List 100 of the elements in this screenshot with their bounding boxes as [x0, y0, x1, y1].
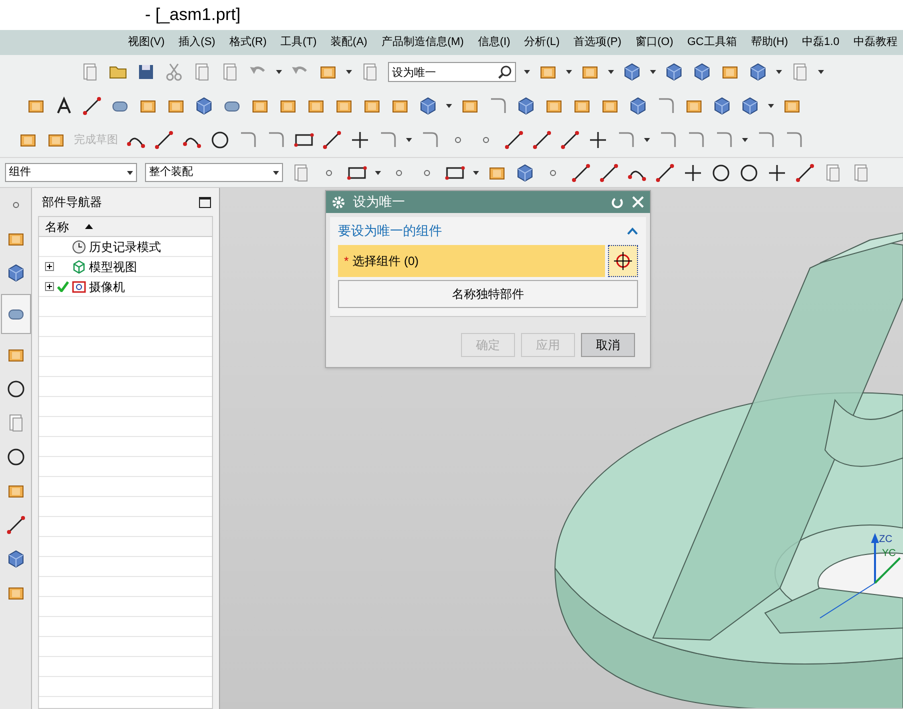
cube-icon[interactable]: [692, 62, 712, 82]
letter-icon[interactable]: [54, 96, 74, 116]
menu-item[interactable]: 中磊1.0: [802, 34, 840, 51]
dropdown-caret-icon[interactable]: [818, 70, 824, 74]
line-icon[interactable]: [532, 130, 552, 150]
cube-icon[interactable]: [712, 96, 732, 116]
dropdown-caret-icon[interactable]: [776, 70, 782, 74]
dropdown-caret-icon[interactable]: [566, 70, 572, 74]
coordinate-axes-icon: [820, 533, 901, 618]
dropdown-caret-icon[interactable]: [406, 138, 412, 142]
line-icon[interactable]: [795, 162, 815, 182]
gear-icon[interactable]: [332, 196, 345, 208]
corner-icon[interactable]: [658, 130, 678, 150]
menu-item[interactable]: 产品制造信息(M): [381, 34, 464, 51]
corner-icon[interactable]: [616, 130, 636, 150]
menu-item[interactable]: 工具(T): [280, 34, 317, 51]
maximize-icon[interactable]: [199, 196, 211, 208]
line-icon[interactable]: [322, 130, 342, 150]
circle-icon[interactable]: [210, 130, 230, 150]
dropdown-caret-icon[interactable]: [650, 70, 656, 74]
dropdown-caret-icon[interactable]: [375, 170, 381, 174]
corner-icon[interactable]: [378, 130, 398, 150]
menu-item[interactable]: GC工具箱: [687, 34, 737, 51]
dropdown-caret-icon[interactable]: [644, 138, 650, 142]
cube-icon[interactable]: [6, 263, 26, 283]
cube-icon[interactable]: [628, 96, 648, 116]
cube-icon[interactable]: [418, 96, 438, 116]
circle-icon[interactable]: [711, 162, 731, 182]
corner-icon[interactable]: [488, 96, 508, 116]
dropdown-caret-icon[interactable]: [768, 104, 774, 108]
corner-icon[interactable]: [238, 130, 258, 150]
caret-icon[interactable]: [627, 227, 638, 235]
cube-icon[interactable]: [516, 96, 536, 116]
reset-icon[interactable]: [611, 196, 624, 208]
menu-item[interactable]: 信息(I): [478, 34, 510, 51]
dropdown-caret-icon[interactable]: [524, 70, 530, 74]
cube-icon[interactable]: [664, 62, 684, 82]
corner-icon[interactable]: [714, 130, 734, 150]
menu-item[interactable]: 视图(V): [128, 34, 165, 51]
corner-icon[interactable]: [656, 96, 676, 116]
plus-icon[interactable]: [767, 162, 787, 182]
type-filter-dropdown[interactable]: 组件: [5, 163, 137, 182]
dropdown-caret-icon[interactable]: [127, 170, 133, 174]
cube-icon[interactable]: [515, 162, 535, 182]
search-icon[interactable]: [498, 65, 512, 79]
dropdown-caret-icon[interactable]: [276, 70, 282, 74]
sort-arrow-icon[interactable]: [85, 224, 93, 229]
menu-item[interactable]: 插入(S): [178, 34, 216, 51]
dropdown-caret-icon[interactable]: [742, 138, 748, 142]
menu-item[interactable]: 装配(A): [330, 34, 368, 51]
expand-toggle[interactable]: [45, 282, 54, 291]
cube-icon[interactable]: [194, 96, 214, 116]
menu-item[interactable]: 分析(L): [524, 34, 560, 51]
menu-item[interactable]: 窗口(O): [635, 34, 674, 51]
line-icon[interactable]: [571, 162, 591, 182]
selection-row[interactable]: * 选择组件 (0): [338, 245, 605, 277]
cube-icon[interactable]: [740, 96, 760, 116]
close-icon[interactable]: [632, 196, 644, 208]
circle-icon[interactable]: [739, 162, 759, 182]
cube-icon[interactable]: [622, 62, 642, 82]
tree-item[interactable]: 摄像机: [89, 278, 125, 296]
dropdown-caret-icon[interactable]: [346, 70, 352, 74]
unique-names-button[interactable]: 名称独特部件: [338, 280, 638, 308]
expand-toggle[interactable]: [45, 262, 54, 271]
plus-icon[interactable]: [683, 162, 703, 182]
corner-icon[interactable]: [784, 130, 804, 150]
line-icon[interactable]: [655, 162, 675, 182]
cube-icon[interactable]: [6, 549, 26, 569]
column-header[interactable]: 名称: [45, 218, 69, 236]
dropdown-caret-icon[interactable]: [446, 104, 452, 108]
plus-icon[interactable]: [350, 130, 370, 150]
menu-item[interactable]: 中磊教程: [853, 34, 898, 51]
line-icon[interactable]: [6, 515, 26, 535]
corner-icon[interactable]: [266, 130, 286, 150]
rectangle-icon[interactable]: [294, 130, 314, 150]
line-icon[interactable]: [560, 130, 580, 150]
line-icon[interactable]: [504, 130, 524, 150]
menu-item[interactable]: 首选项(P): [574, 34, 622, 51]
line-icon[interactable]: [154, 130, 174, 150]
circle-icon[interactable]: [6, 447, 26, 467]
line-icon[interactable]: [82, 96, 102, 116]
corner-icon[interactable]: [420, 130, 440, 150]
circle-icon[interactable]: [6, 379, 26, 399]
corner-icon[interactable]: [686, 130, 706, 150]
line-icon[interactable]: [599, 162, 619, 182]
scope-dropdown[interactable]: 整个装配: [145, 163, 283, 182]
tree-item[interactable]: 模型视图: [89, 258, 137, 276]
menu-item[interactable]: 帮助(H): [750, 34, 788, 51]
tree-item[interactable]: 历史记录模式: [89, 238, 161, 256]
dropdown-caret-icon[interactable]: [473, 170, 479, 174]
menu-item[interactable]: 格式(R): [229, 34, 267, 51]
select-object-button[interactable]: [608, 245, 638, 277]
command-search-field[interactable]: 设为唯一: [388, 62, 516, 82]
cube-icon[interactable]: [748, 62, 768, 82]
dialog-button[interactable]: 取消: [581, 333, 635, 357]
save-icon[interactable]: [136, 62, 156, 82]
dropdown-caret-icon[interactable]: [608, 70, 614, 74]
corner-icon[interactable]: [756, 130, 776, 150]
plus-icon[interactable]: [588, 130, 608, 150]
dropdown-caret-icon[interactable]: [273, 170, 279, 174]
